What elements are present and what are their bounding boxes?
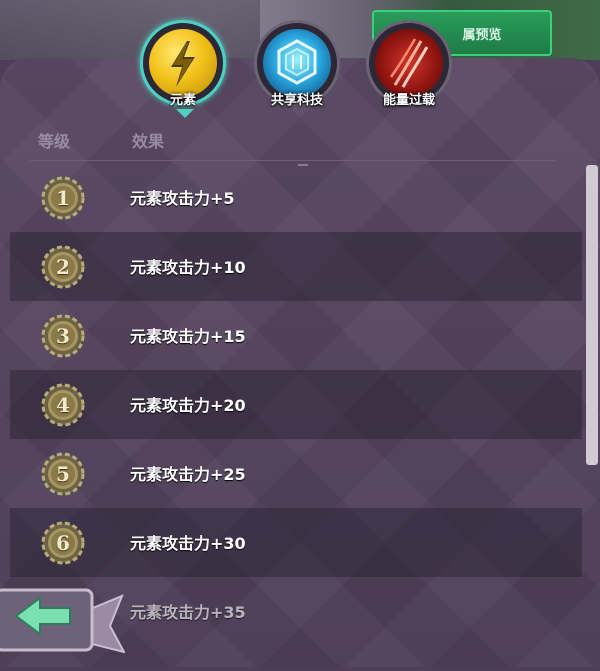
tab-shared-tech[interactable]: 共享科技 bbox=[254, 20, 340, 108]
tab-element[interactable]: 元素 bbox=[140, 20, 226, 118]
header-effect: 效果 bbox=[132, 132, 165, 151]
header-level: 等级 bbox=[38, 132, 71, 151]
level-gear-badge: 3 bbox=[40, 313, 86, 359]
tab-shared-tech-label: 共享科技 bbox=[270, 93, 323, 108]
effect-text: 元素攻击力+15 bbox=[130, 327, 246, 346]
tab-element-label: 元素 bbox=[169, 93, 196, 108]
effect-text: 元素攻击力+30 bbox=[130, 534, 246, 553]
table-row: 1 元素攻击力+5 bbox=[10, 163, 582, 232]
back-button[interactable] bbox=[0, 582, 126, 667]
level-gear-badge: 5 bbox=[40, 451, 86, 497]
level-gear-badge: 2 bbox=[40, 244, 86, 290]
effect-text: 元素攻击力+10 bbox=[130, 258, 246, 277]
lightning-bolt-icon bbox=[149, 29, 217, 97]
effect-text: 元素攻击力+5 bbox=[130, 189, 235, 208]
effect-text: 元素攻击力+35 bbox=[130, 603, 246, 622]
table-row: 5 元素攻击力+25 bbox=[10, 439, 582, 508]
level-gear-badge: 4 bbox=[40, 382, 86, 428]
effect-text: 元素攻击力+25 bbox=[130, 465, 246, 484]
claw-slash-icon bbox=[375, 29, 443, 97]
table-row: 4 元素攻击力+20 bbox=[10, 370, 582, 439]
scrollbar[interactable] bbox=[586, 165, 598, 465]
level-gear-badge: 6 bbox=[40, 520, 86, 566]
header-divider bbox=[30, 160, 555, 161]
table-row: 2 元素攻击力+10 bbox=[10, 232, 582, 301]
table-row: 3 元素攻击力+15 bbox=[10, 301, 582, 370]
tab-energy-overload[interactable]: 能量过载 bbox=[366, 20, 452, 108]
hex-tech-icon bbox=[263, 29, 331, 97]
effect-text: 元素攻击力+20 bbox=[130, 396, 246, 415]
back-arrow-icon bbox=[0, 588, 126, 654]
tab-energy-overload-label: 能量过载 bbox=[382, 93, 435, 108]
level-gear-badge: 1 bbox=[40, 175, 86, 221]
table-row: 6 元素攻击力+30 bbox=[10, 508, 582, 577]
